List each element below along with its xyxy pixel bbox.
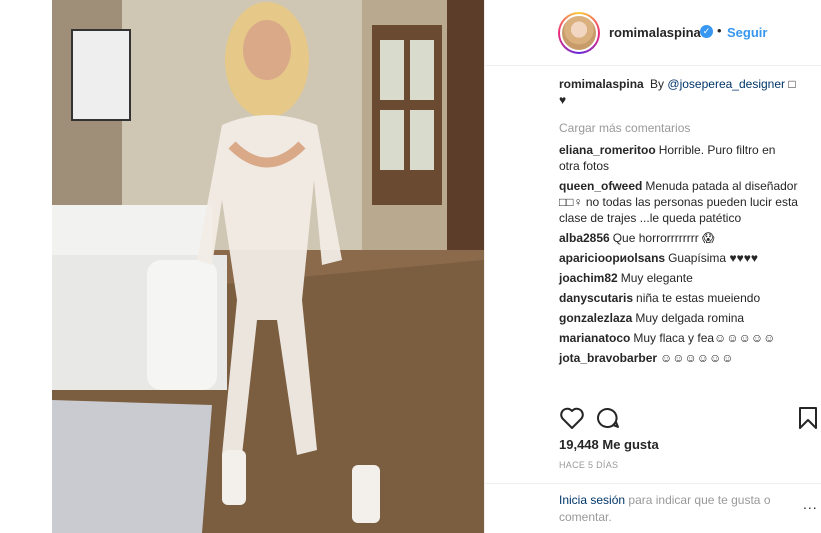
caption-mention[interactable]: @joseperea_designer bbox=[667, 77, 785, 91]
heart-icon[interactable] bbox=[559, 406, 585, 430]
action-bar bbox=[559, 404, 821, 432]
login-link[interactable]: Inicia sesión bbox=[559, 493, 625, 507]
comment-username[interactable]: joachim82 bbox=[559, 271, 618, 285]
comment: queen_ofweed Menuda patada al diseñador □… bbox=[559, 178, 799, 226]
comment-username[interactable]: eliana_romeritoo bbox=[559, 143, 656, 157]
login-prompt: Inicia sesión para indicar que te gusta … bbox=[559, 492, 789, 526]
comment-text: Que horrorrrrrrrr 😱 bbox=[612, 231, 715, 245]
caption-username[interactable]: romimalaspina bbox=[559, 77, 644, 91]
caption-text: By bbox=[650, 77, 665, 91]
comment: joachim82 Muy elegante bbox=[559, 270, 799, 286]
post-header: romimalaspina ✓ • Seguir bbox=[485, 0, 821, 66]
comment-text: ☺☺☺☺☺☺ bbox=[660, 351, 734, 365]
more-options-icon[interactable]: ... bbox=[803, 496, 818, 512]
avatar-image bbox=[560, 14, 598, 52]
comment-text: Muy flaca y fea☺☺☺☺☺ bbox=[633, 331, 776, 345]
likes-count[interactable]: 19,448 Me gusta bbox=[559, 437, 659, 452]
comment-text: niña te estas mueiendo bbox=[636, 291, 761, 305]
instagram-post: romimalaspina ✓ • Seguir romimalaspina B… bbox=[52, 0, 821, 533]
follow-button[interactable]: Seguir bbox=[727, 25, 767, 40]
comment: alba2856 Que horrorrrrrrrr 😱 bbox=[559, 230, 799, 246]
comment-username[interactable]: gonzalezlaza bbox=[559, 311, 632, 325]
post-side-panel: romimalaspina ✓ • Seguir romimalaspina B… bbox=[484, 0, 821, 533]
post-photo[interactable] bbox=[52, 0, 484, 533]
comment-username[interactable]: danyscutaris bbox=[559, 291, 633, 305]
comment-username[interactable]: alba2856 bbox=[559, 231, 610, 245]
caption: romimalaspina By @joseperea_designer □ ♥ bbox=[559, 76, 799, 108]
post-timestamp[interactable]: HACE 5 DÍAS bbox=[559, 460, 618, 470]
comment-username[interactable]: aparicioориolsans bbox=[559, 251, 665, 265]
comment: marianatoco Muy flaca y fea☺☺☺☺☺ bbox=[559, 330, 799, 346]
post-footer: Inicia sesión para indicar que te gusta … bbox=[485, 483, 821, 533]
comment: aparicioориolsans Guapísima ♥♥♥♥ bbox=[559, 250, 799, 266]
comment-username[interactable]: marianatoco bbox=[559, 331, 630, 345]
comment-text: Guapísima ♥♥♥♥ bbox=[668, 251, 758, 265]
comment-container: eliana_romeritoo Horrible. Puro filtro en… bbox=[559, 142, 799, 366]
comment: gonzalezlaza Muy delgada romina bbox=[559, 310, 799, 326]
comment-text: Muy delgada romina bbox=[635, 311, 745, 325]
comment: eliana_romeritoo Horrible. Puro filtro en… bbox=[559, 142, 799, 174]
comments-list: romimalaspina By @joseperea_designer □ ♥… bbox=[559, 76, 799, 370]
avatar[interactable] bbox=[558, 12, 600, 54]
comment-bubble-icon[interactable] bbox=[595, 406, 621, 430]
comment-username[interactable]: jota_bravobarber bbox=[559, 351, 657, 365]
comment-username[interactable]: queen_ofweed bbox=[559, 179, 642, 193]
verified-badge-icon: ✓ bbox=[700, 25, 713, 38]
comment: jota_bravobarber ☺☺☺☺☺☺ bbox=[559, 350, 799, 366]
bookmark-icon[interactable] bbox=[797, 406, 819, 430]
load-more-comments[interactable]: Cargar más comentarios bbox=[559, 120, 799, 136]
header-username[interactable]: romimalaspina bbox=[609, 25, 701, 40]
comment: danyscutaris niña te estas mueiendo bbox=[559, 290, 799, 306]
header-separator: • bbox=[717, 23, 722, 38]
comment-text: Muy elegante bbox=[620, 271, 693, 285]
